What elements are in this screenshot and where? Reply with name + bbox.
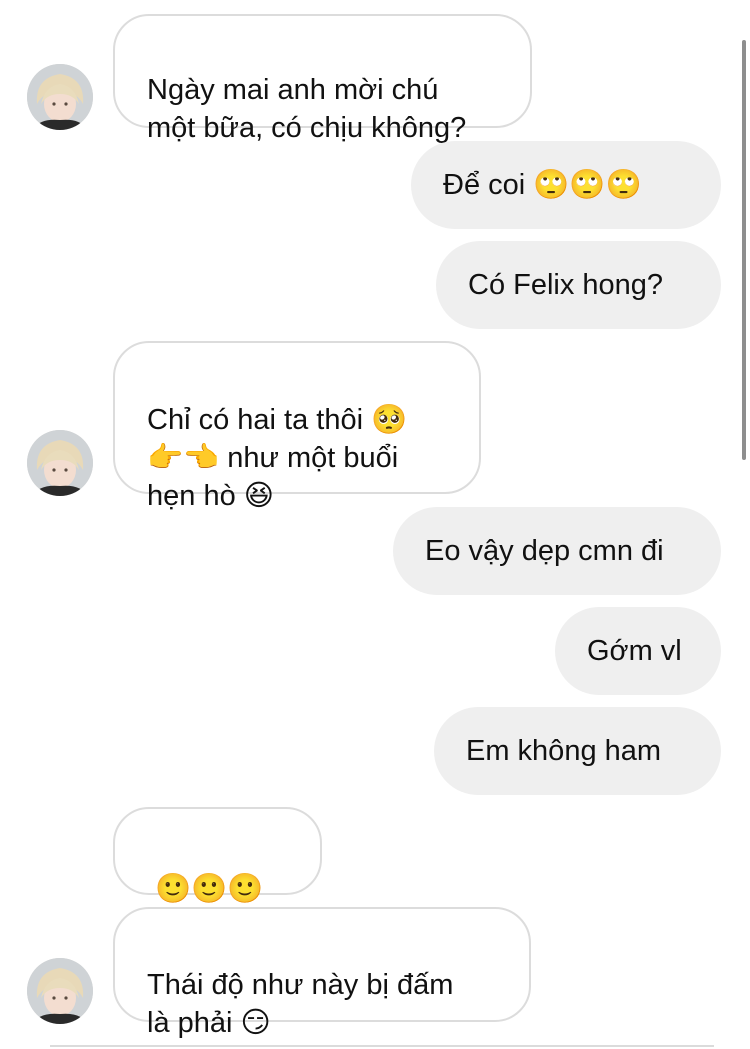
message-text: Để coi 🙄🙄🙄 [443,169,642,201]
message-bubble[interactable]: Thái độ như này bị đấm là phải 😏 [113,907,531,1039]
message-text: 🙂🙂🙂 [155,873,264,905]
message-bubble[interactable]: 🙂🙂🙂 [113,807,322,905]
message-bubble[interactable]: Eo vậy dẹp cmn đi [393,507,721,595]
message-bubble[interactable]: Em không ham [434,707,721,795]
contact-avatar[interactable] [27,64,93,130]
contact-avatar[interactable] [27,430,93,496]
message-text: Có Felix hong? [468,269,664,301]
message-text: Gớm vl [587,635,682,667]
contact-avatar[interactable] [27,958,93,1024]
user-avatar-photo-icon [27,430,93,496]
message-text: Em không ham [466,735,662,767]
message-text: Eo vậy dẹp cmn đi [425,535,664,567]
user-avatar-photo-icon [27,958,93,1024]
scrollbar[interactable] [742,40,746,460]
message-bubble[interactable]: Chỉ có hai ta thôi 🥺 👉👈 như một buổi hẹn… [113,341,481,512]
message-text: Thái độ như này bị đấm là phải 😏 [147,969,454,1039]
user-avatar-photo-icon [27,64,93,130]
composer-divider [50,1045,714,1047]
message-bubble[interactable]: Ngày mai anh mời chú một bữa, có chịu kh… [113,14,532,144]
message-bubble[interactable]: Có Felix hong? [436,241,721,329]
message-text: Chỉ có hai ta thôi 🥺 👉👈 như một buổi hẹn… [147,404,408,512]
message-bubble[interactable]: Gớm vl [555,607,721,695]
message-bubble[interactable]: Để coi 🙄🙄🙄 [411,141,721,229]
message-text: Ngày mai anh mời chú một bữa, có chịu kh… [147,74,467,144]
